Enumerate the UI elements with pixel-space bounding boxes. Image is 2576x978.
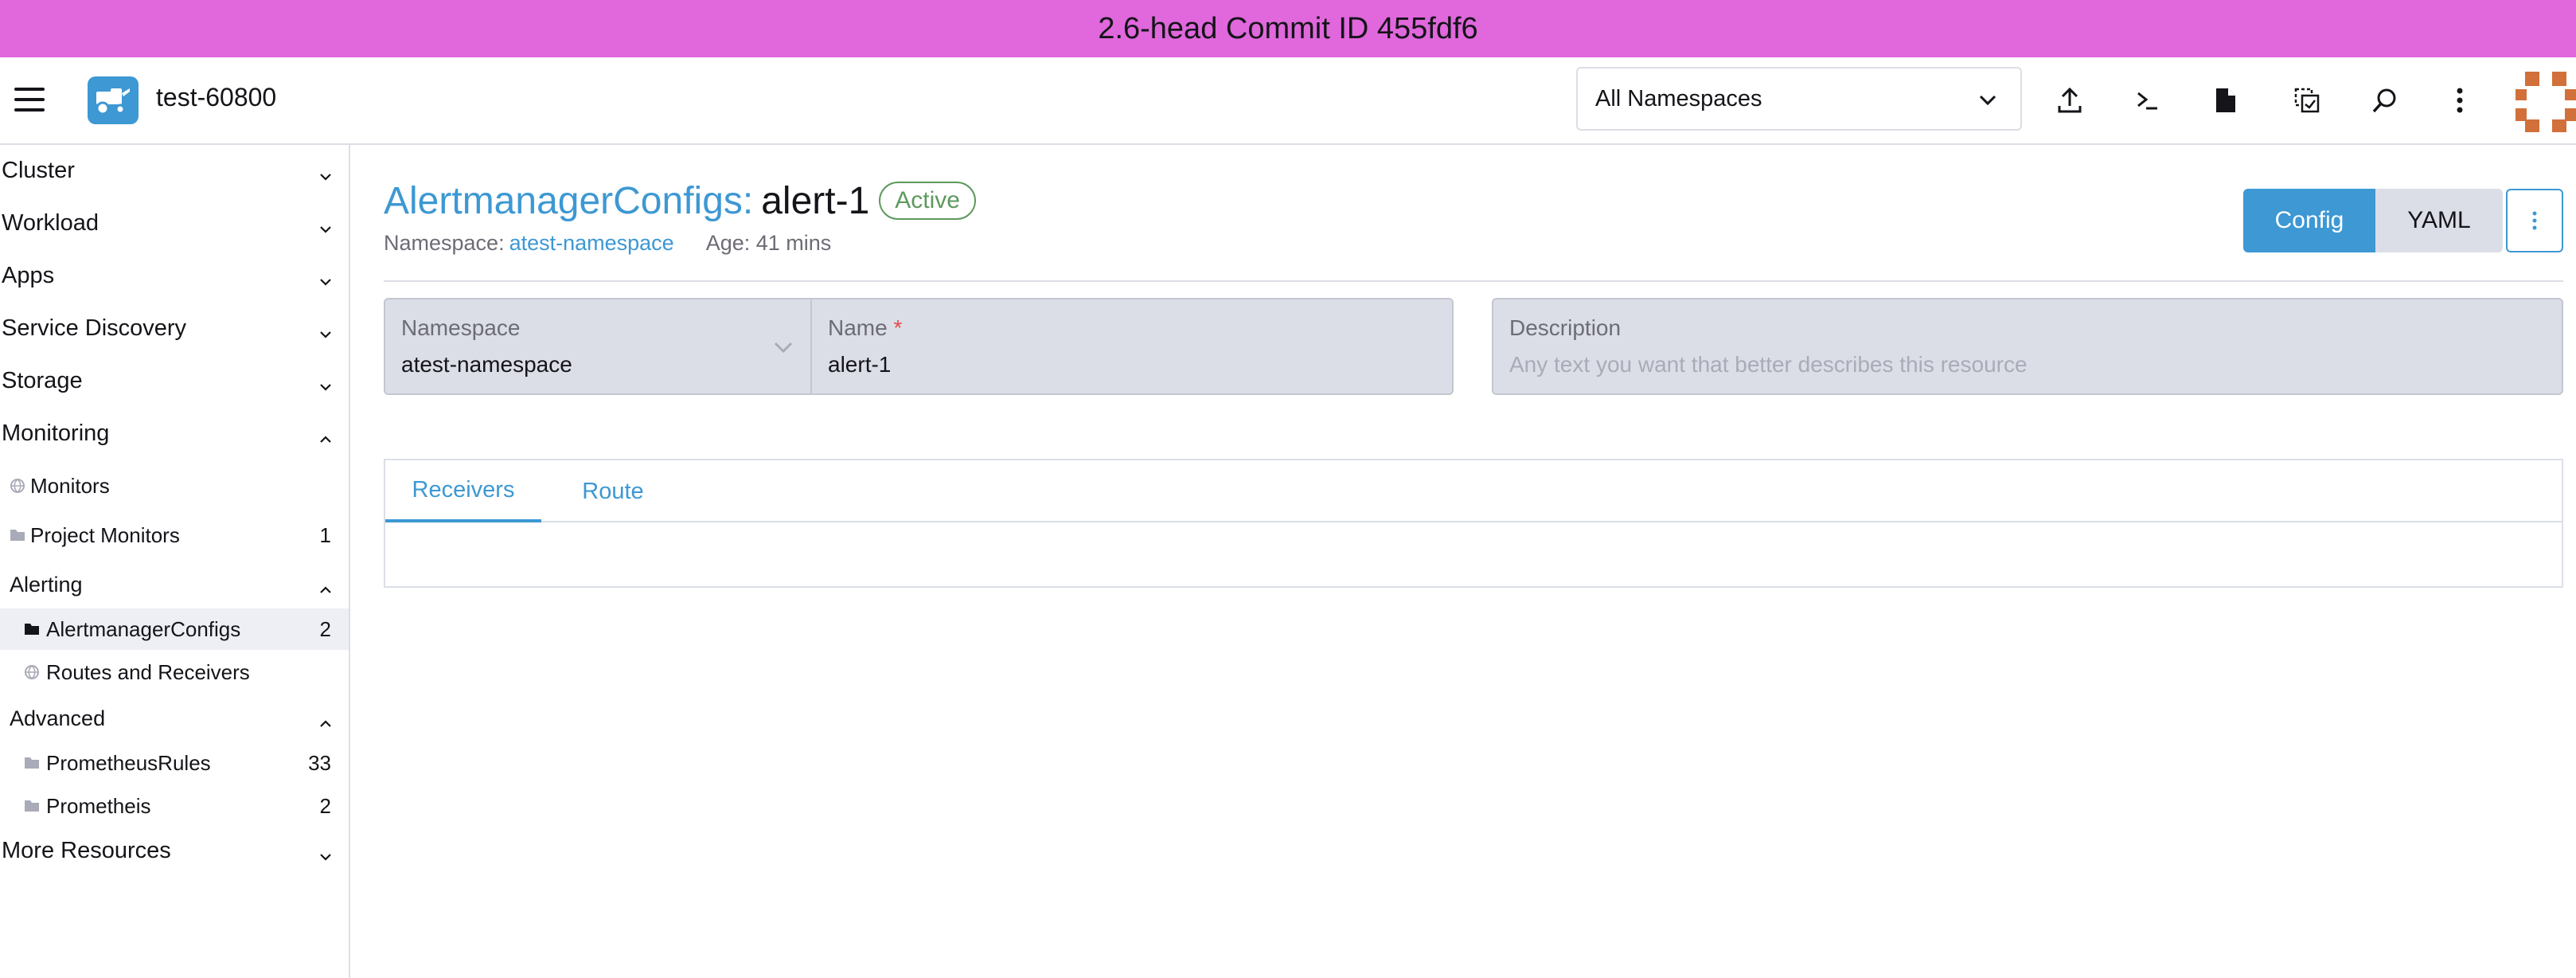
chevron-up-icon [318,578,333,603]
tabs-bar: Receivers Route [385,460,2562,522]
chevron-down-icon [318,322,333,348]
namespace-label: Namespace: [384,231,505,255]
view-mode-toggle: Config YAML [2243,189,2503,252]
sidebar-item-label: PrometheusRules [46,750,211,775]
sidebar-item-alertmanagerconfigs-row[interactable]: AlertmanagerConfigs 2 [0,608,349,650]
resource-meta: Namespace: atest-namespace Age: 41 mins [384,231,831,256]
sidebar-group-cluster[interactable]: Cluster [0,148,349,193]
sidebar-item-monitors[interactable]: Monitors [0,465,349,507]
sidebar-item-project-monitors[interactable]: Project Monitors 1 [0,514,349,556]
namespace-select[interactable]: All Namespaces [1576,67,2022,131]
sidebar-group-service-discovery[interactable]: Service Discovery [0,306,349,350]
menu-icon[interactable] [14,88,45,111]
namespace-link[interactable]: atest-namespace [509,231,674,256]
sidebar-item-count: 2 [319,616,331,641]
globe-icon [24,664,40,680]
config-tabs: Receivers Route [384,459,2563,588]
sidebar-item-count: 1 [319,522,331,547]
sidebar-item-count: 2 [319,793,331,818]
folder-icon [24,798,40,814]
folder-icon [10,527,25,543]
sidebar-group-label: Apps [2,262,55,288]
namespace-field-label: Namespace [401,315,521,340]
chevron-down-icon [318,844,333,870]
chevron-down-icon [318,374,333,401]
sidebar-group-label: Service Discovery [2,315,187,341]
sidebar-group-storage[interactable]: Storage [0,358,349,403]
sidebar-item-prometheusrules[interactable]: PrometheusRules 33 [0,742,349,784]
sidebar-group-label: Cluster [2,157,75,183]
chevron-down-icon [318,269,333,295]
tab-receivers[interactable]: Receivers [385,460,541,522]
status-badge: Active [879,182,976,220]
sidebar-group-workload[interactable]: Workload [0,201,349,245]
description-field-placeholder: Any text you want that better describes … [1509,352,2028,377]
namespace-field[interactable]: Namespace atest-namespace [384,298,814,395]
copy-config-icon[interactable] [2291,84,2323,116]
version-banner-text: 2.6-head Commit ID 455fdf6 [1098,11,1478,45]
sidebar-item-routes-and-receivers[interactable]: Routes and Receivers [0,651,349,693]
yaml-button[interactable]: YAML [2375,189,2503,252]
folder-icon [24,755,40,771]
sidebar-group-label: Workload [2,209,99,236]
namespace-select-value: All Namespaces [1595,85,1762,111]
chevron-down-icon [318,164,333,190]
sidebar-group-label: More Resources [2,837,171,863]
sidebar-item-label: Routes and Receivers [46,659,250,684]
sidebar-item-count: 33 [308,750,331,775]
chevron-up-icon [318,427,333,453]
chevron-down-icon [772,339,794,359]
name-field-label-text: Name [828,315,888,340]
header-divider [384,280,2563,282]
sidebar-item-label: AlertmanagerConfigs [46,616,241,641]
page-title: AlertmanagerConfigs: alert-1 Active [384,177,976,225]
cluster-name[interactable]: test-60800 [156,83,276,112]
globe-icon [10,478,25,494]
sidebar-subgroup-alerting[interactable]: Alerting [10,564,349,605]
chevron-up-icon [318,712,333,737]
sidebar-item-prometheis[interactable]: Prometheis 2 [0,785,349,827]
version-banner: 2.6-head Commit ID 455fdf6 [0,0,2576,57]
chevron-down-icon [318,217,333,243]
sidebar-group-label: Monitoring [2,420,110,446]
resource-age: Age: 41 mins [705,231,832,255]
cluster-logo-icon[interactable] [88,76,139,124]
name-field[interactable]: Name * alert-1 [810,298,1454,395]
config-button[interactable]: Config [2243,189,2375,252]
name-field-value: alert-1 [828,352,892,377]
sidebar-subgroup-advanced[interactable]: Advanced [10,698,349,739]
description-field-label: Description [1509,315,1622,340]
sidebar-subgroup-label: Advanced [10,706,106,730]
sidebar-subgroup-label: Alerting [10,572,83,597]
sidebar-group-more-resources[interactable]: More Resources [0,828,349,873]
resource-type-link[interactable]: AlertmanagerConfigs: [384,179,753,223]
kubectl-shell-icon[interactable] [2132,84,2164,116]
chevron-down-icon [1977,89,1998,116]
tab-route[interactable]: Route [565,460,661,522]
actions-menu-button[interactable] [2506,189,2563,252]
sidebar-group-monitoring[interactable]: Monitoring [0,411,349,456]
search-icon[interactable] [2369,84,2401,116]
top-header: test-60800 All Namespaces [0,57,2576,145]
sidebar: Cluster Workload Apps Service Discovery … [0,145,350,978]
more-vertical-icon[interactable] [2444,84,2476,116]
namespace-field-value: atest-namespace [401,352,572,377]
sidebar-item-label: Prometheis [46,793,151,818]
sidebar-group-apps[interactable]: Apps [0,253,349,298]
name-field-label: Name * [828,315,902,341]
sidebar-group-label: Storage [2,367,83,393]
more-vertical-icon [2532,211,2537,230]
resource-name: alert-1 [761,179,870,222]
upload-icon[interactable] [2054,84,2086,116]
sidebar-item-label: Monitors [30,473,110,498]
folder-icon [24,621,40,637]
required-marker: * [893,315,903,340]
description-field[interactable]: Description Any text you want that bette… [1492,298,2563,395]
file-icon[interactable] [2210,84,2242,116]
user-avatar[interactable] [2516,72,2576,132]
sidebar-item-label: Project Monitors [30,522,180,547]
